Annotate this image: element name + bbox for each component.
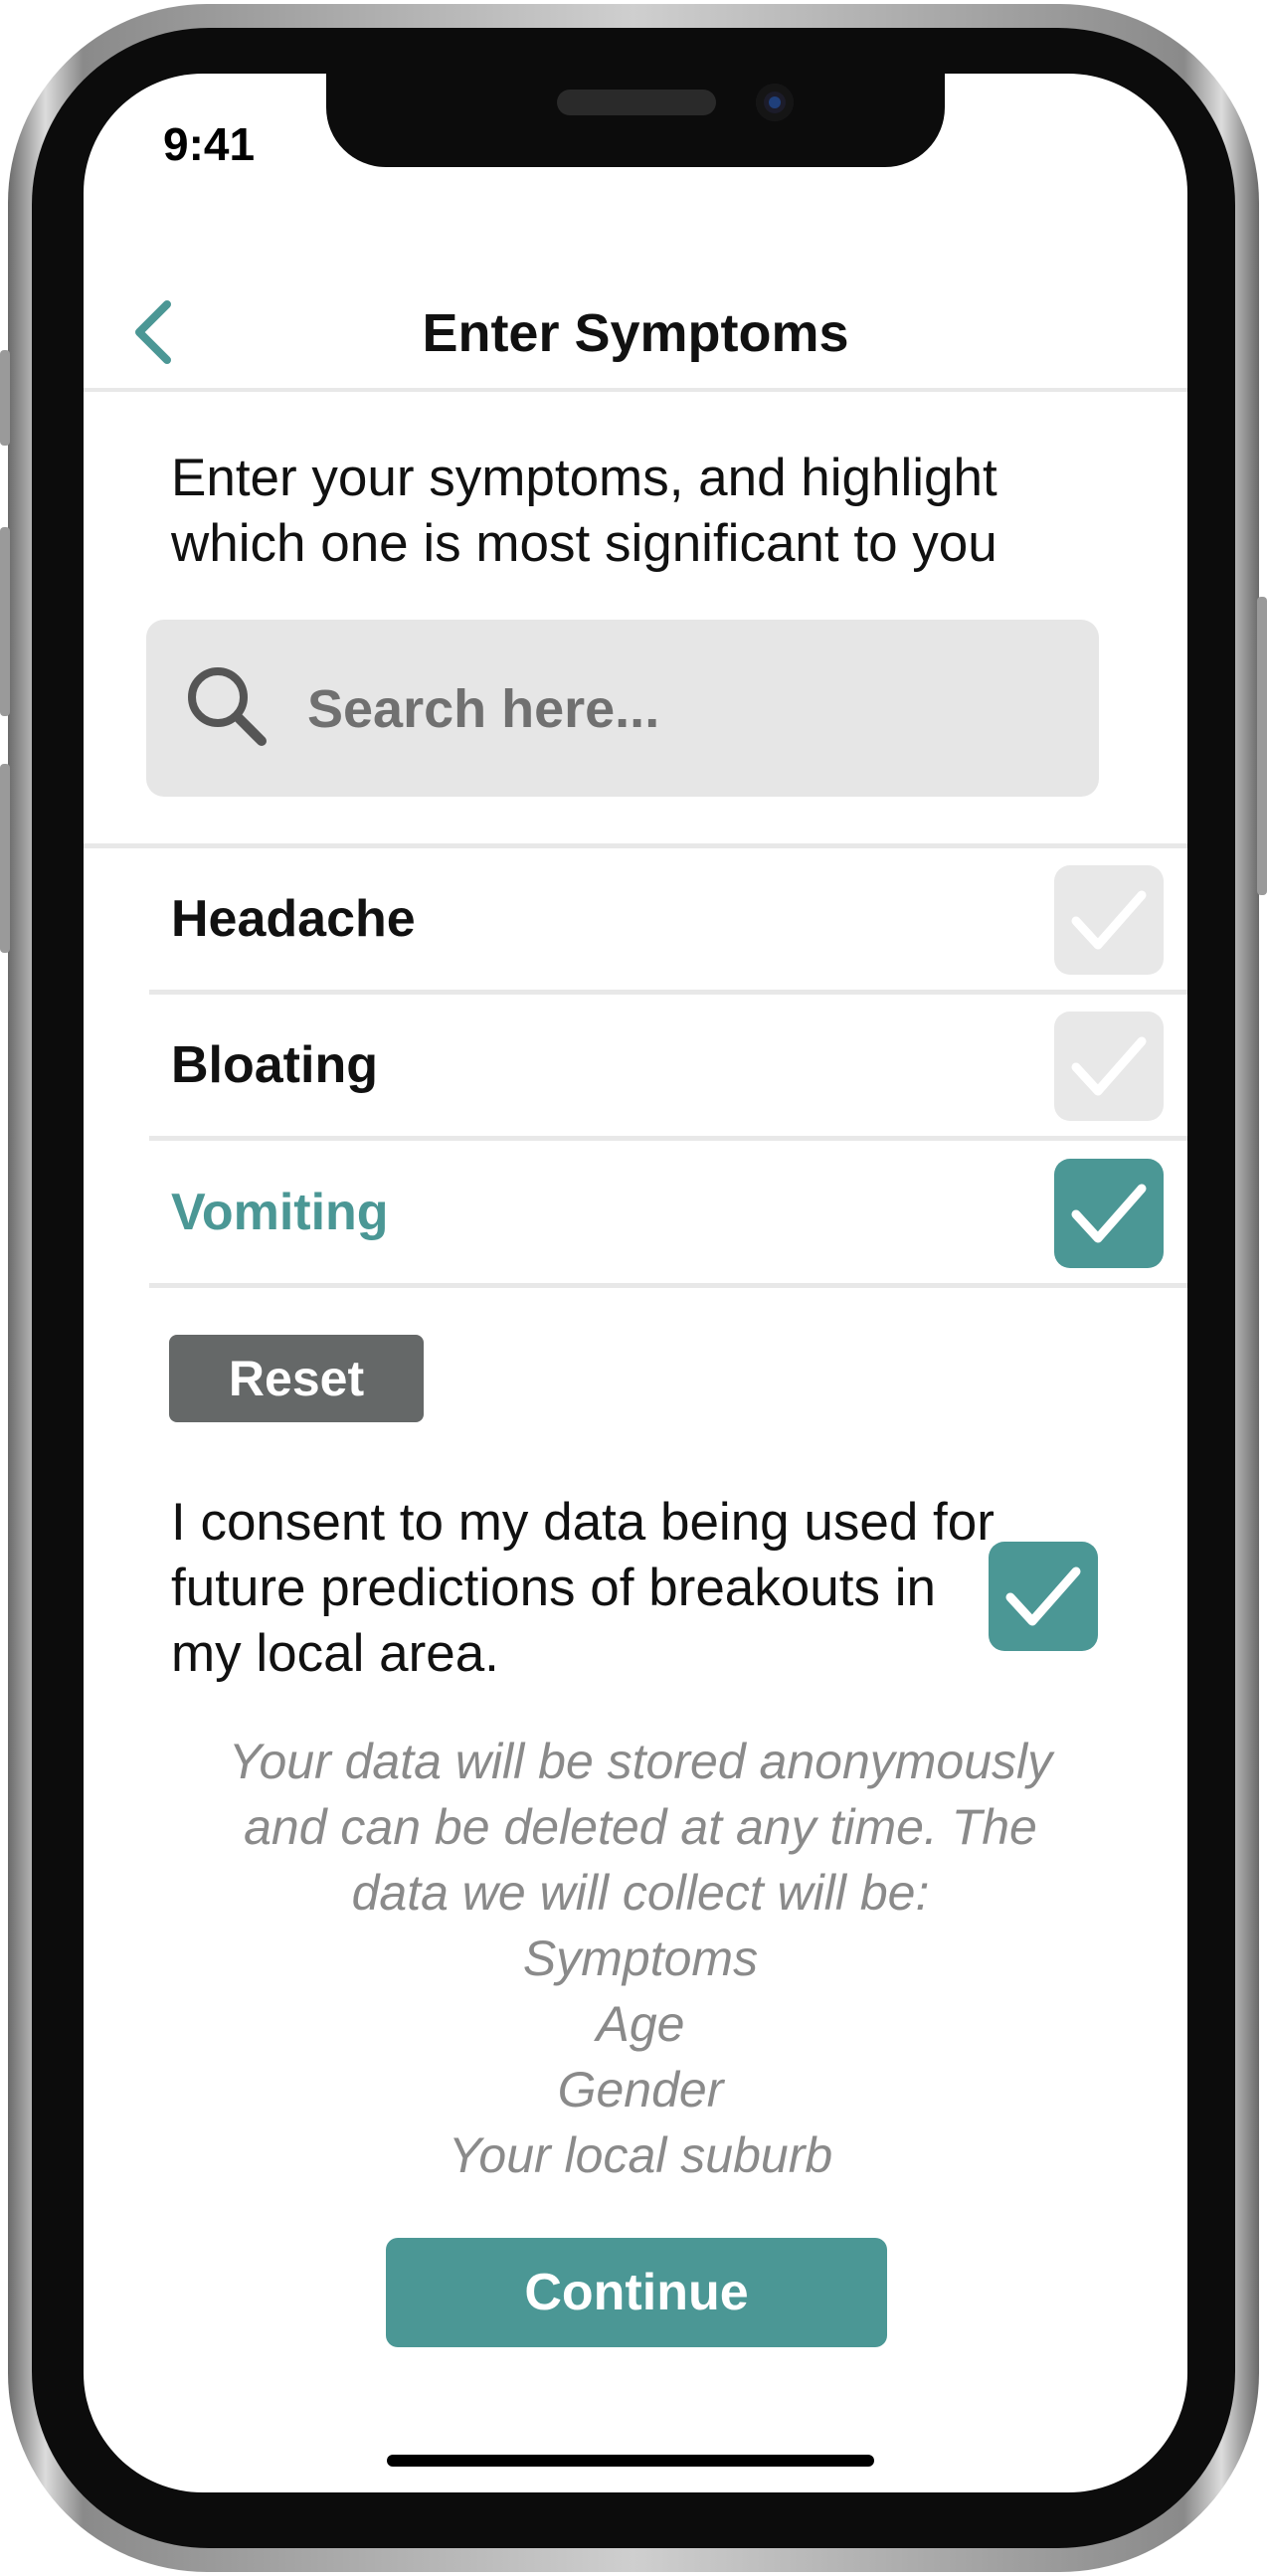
page-title: Enter Symptoms: [422, 303, 849, 363]
checkmark-icon: [1071, 890, 1147, 950]
privacy-item-gender: Gender: [557, 2062, 724, 2117]
symptom-row-vomiting[interactable]: Vomiting: [149, 1142, 1187, 1288]
consent-text: I consent to my data being used for futu…: [171, 1493, 995, 1683]
privacy-item-suburb: Your local suburb: [448, 2127, 833, 2183]
symptom-row-bloating[interactable]: Bloating: [149, 995, 1187, 1141]
checkmark-icon: [1005, 1566, 1081, 1626]
reset-button[interactable]: Reset: [169, 1335, 424, 1422]
privacy-item-age: Age: [596, 1996, 685, 2052]
power-button: [1257, 597, 1267, 895]
home-indicator: [387, 2455, 874, 2467]
search-input[interactable]: [305, 649, 1065, 769]
volume-down-button: [0, 764, 10, 953]
checkmark-icon: [1071, 1036, 1147, 1096]
consent-checkbox[interactable]: [989, 1542, 1098, 1651]
search-bar[interactable]: [146, 620, 1099, 797]
intro-text: Enter your symptoms, and highlight which…: [171, 449, 997, 573]
privacy-item-symptoms: Symptoms: [522, 1931, 759, 1986]
notch: [326, 74, 945, 167]
symptom-row-headache[interactable]: Headache: [149, 848, 1187, 995]
privacy-line: data we will collect will be:: [351, 1865, 930, 1921]
status-time: 9:41: [163, 118, 256, 170]
symptom-checkbox-vomiting[interactable]: [1054, 1159, 1164, 1268]
privacy-notice: Your data will be stored anonymously and…: [143, 1729, 1138, 2188]
volume-up-button: [0, 527, 10, 716]
silent-switch: [0, 350, 10, 446]
privacy-line: and can be deleted at any time. The: [244, 1799, 1037, 1855]
continue-button[interactable]: Continue: [386, 2238, 887, 2347]
front-camera: [756, 84, 794, 121]
nav-header: Enter Symptoms: [84, 213, 1187, 392]
symptom-label: Vomiting: [171, 1184, 389, 1241]
symptom-label: Headache: [171, 890, 416, 948]
search-icon: [188, 667, 267, 746]
symptom-label: Bloating: [171, 1036, 378, 1094]
speaker-grille: [557, 90, 716, 115]
privacy-line: Your data will be stored anonymously: [228, 1734, 1053, 1789]
symptom-checkbox-bloating[interactable]: [1054, 1012, 1164, 1121]
symptom-checkbox-headache[interactable]: [1054, 865, 1164, 975]
app-screen: 9:41 Enter Symptoms Enter your symptoms,…: [84, 74, 1187, 2492]
checkmark-icon: [1071, 1184, 1147, 1243]
